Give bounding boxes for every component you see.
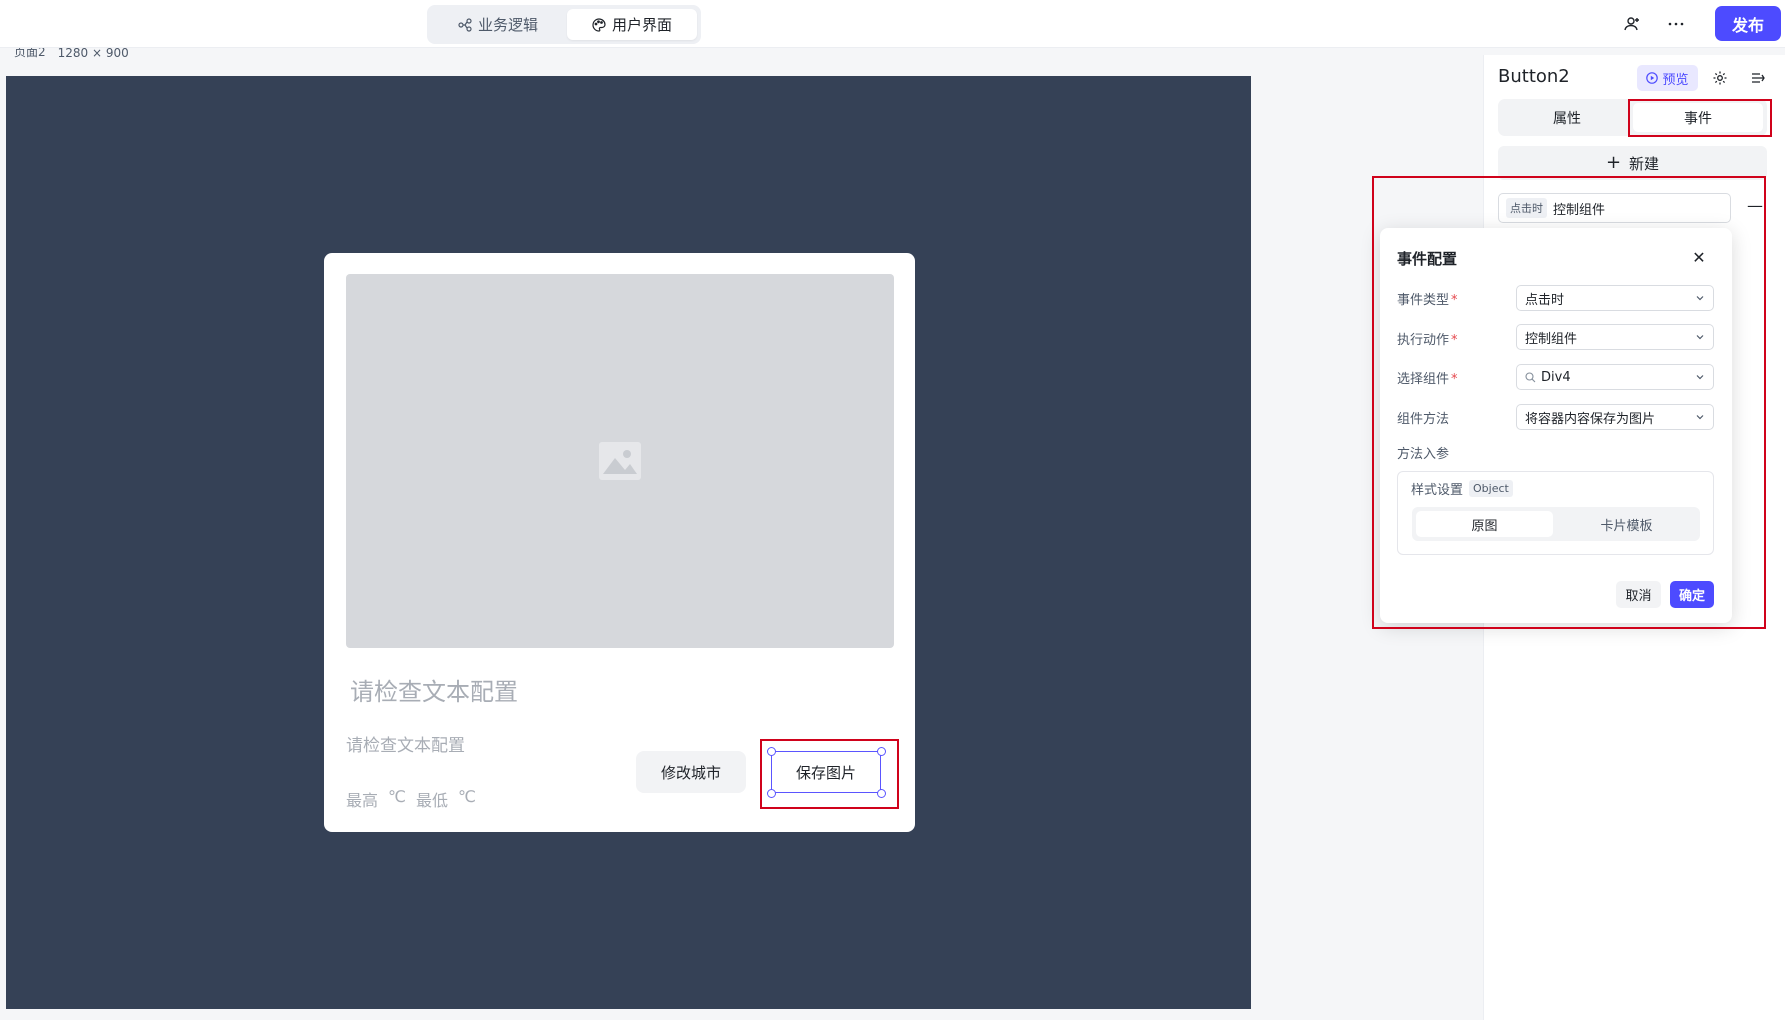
- flow-icon: [458, 17, 472, 32]
- publish-button[interactable]: 发布: [1715, 6, 1781, 41]
- highlight-save-button: [760, 739, 899, 809]
- card-subtitle: 请检查文本配置: [346, 736, 465, 756]
- tab-properties[interactable]: 属性: [1502, 103, 1632, 132]
- change-city-button[interactable]: 修改城市: [636, 751, 746, 793]
- high-unit: ℃: [388, 787, 406, 806]
- add-user-icon[interactable]: [1620, 12, 1644, 36]
- card-title: 请检查文本配置: [350, 678, 518, 706]
- tab-business-logic-label: 业务逻辑: [477, 16, 538, 34]
- tab-user-interface[interactable]: 用户界面: [567, 9, 697, 40]
- play-icon: [1646, 72, 1659, 84]
- collapse-panel-icon[interactable]: [1750, 70, 1768, 88]
- preview-label: 预览: [1662, 72, 1689, 88]
- tab-business-logic[interactable]: 业务逻辑: [433, 9, 563, 40]
- new-event-button[interactable]: + 新建: [1498, 146, 1767, 180]
- new-event-label: 新建: [1629, 154, 1660, 173]
- palette-icon: [592, 17, 606, 32]
- more-icon[interactable]: [1664, 12, 1688, 36]
- page-size: 1280 × 900: [57, 48, 129, 60]
- high-label: 最高: [346, 791, 379, 810]
- component-name: Button2: [1498, 66, 1570, 87]
- temperature-row: 最高 ℃ 最低 ℃: [346, 787, 476, 811]
- preview-button[interactable]: 预览: [1637, 65, 1698, 91]
- top-bar: [0, 0, 1785, 48]
- image-icon: [599, 442, 641, 480]
- page-label: 页面2 1280 × 900: [14, 48, 129, 60]
- tab-user-interface-label: 用户界面: [611, 16, 672, 34]
- plus-icon: +: [1605, 152, 1622, 173]
- highlight-event-config: [1372, 176, 1766, 629]
- low-unit: ℃: [458, 787, 476, 806]
- gear-icon[interactable]: [1712, 70, 1730, 88]
- highlight-events-tab: [1628, 99, 1772, 137]
- page-name: 页面2: [14, 48, 46, 59]
- low-label: 最低: [415, 791, 448, 810]
- mode-switch: 业务逻辑 用户界面: [427, 5, 701, 44]
